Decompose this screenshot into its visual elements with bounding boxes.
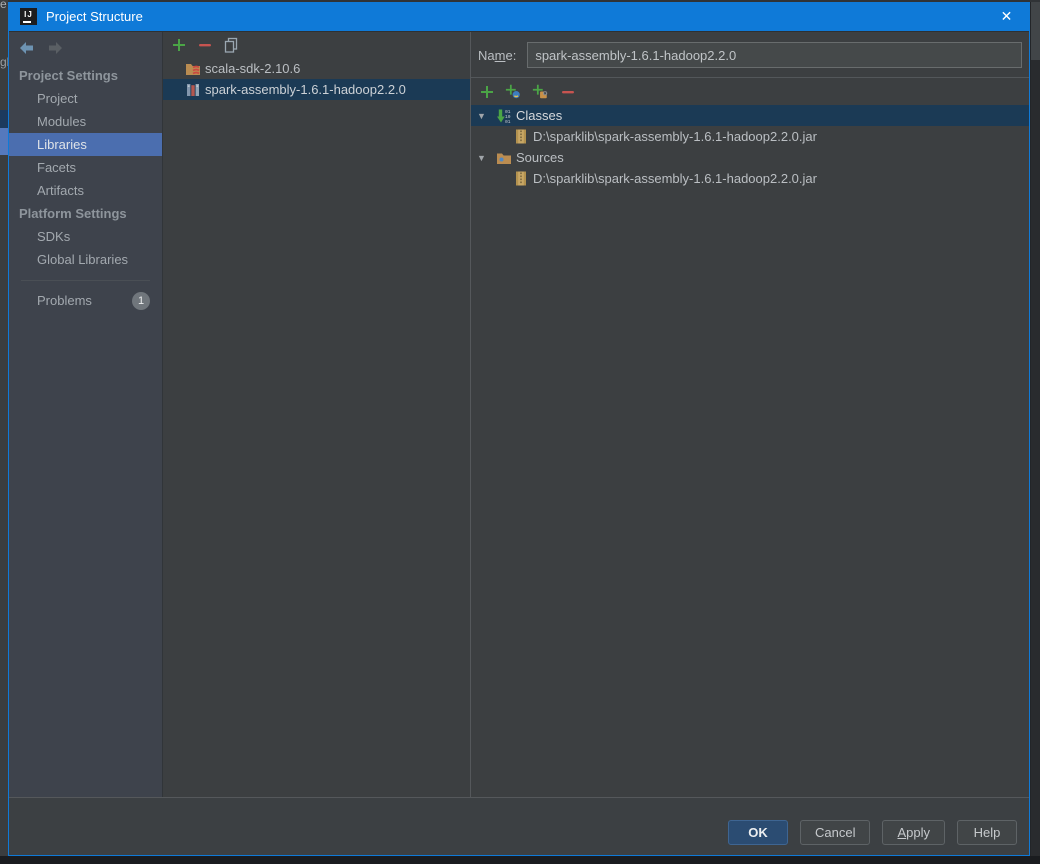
libraries-list-panel: scala-sdk-2.10.6 spark-assembly-1.6.1-ha… bbox=[163, 32, 471, 797]
background-window-left-sliver: e gh bbox=[0, 0, 8, 864]
background-selection-fragment bbox=[0, 110, 8, 128]
background-panel-fragment bbox=[1031, 2, 1040, 60]
problems-count-badge: 1 bbox=[132, 291, 150, 310]
background-bottom-sliver bbox=[0, 856, 1040, 864]
forward-button[interactable] bbox=[43, 37, 67, 59]
library-list-item-spark-assembly[interactable]: spark-assembly-1.6.1-hadoop2.2.0 bbox=[163, 79, 470, 100]
jar-file-icon bbox=[515, 171, 527, 186]
background-text-fragment: gh bbox=[0, 55, 8, 69]
settings-sidebar: Project Settings Project Modules Librari… bbox=[9, 32, 163, 797]
minus-icon bbox=[561, 90, 574, 93]
dialog-titlebar[interactable]: IJ Project Structure ✕ bbox=[9, 2, 1029, 31]
tree-node-label: Sources bbox=[516, 150, 564, 165]
sidebar-item-problems[interactable]: Problems 1 bbox=[9, 289, 162, 312]
collapse-arrow-icon[interactable]: ▼ bbox=[477, 153, 487, 163]
copy-icon bbox=[224, 37, 237, 53]
add-root-button[interactable] bbox=[478, 83, 495, 100]
svg-text:01: 01 bbox=[505, 119, 511, 124]
plus-icon bbox=[172, 39, 185, 51]
plus-document-icon bbox=[532, 84, 548, 99]
section-header-project-settings: Project Settings bbox=[19, 68, 118, 83]
sources-root-icon bbox=[496, 150, 512, 166]
sidebar-item-project[interactable]: Project bbox=[9, 87, 162, 110]
dialog-title: Project Structure bbox=[46, 9, 143, 24]
library-name: spark-assembly-1.6.1-hadoop2.2.0 bbox=[205, 82, 406, 97]
sidebar-separator bbox=[21, 280, 150, 281]
background-selection-fragment bbox=[0, 128, 8, 155]
library-name: scala-sdk-2.10.6 bbox=[205, 61, 301, 76]
sidebar-item-global-libraries[interactable]: Global Libraries bbox=[9, 248, 162, 271]
tree-node-classes-jar[interactable]: D:\sparklib\spark-assembly-1.6.1-hadoop2… bbox=[471, 126, 1029, 147]
library-detail-panel: Name: spark-assembly-1.6.1-hadoop2.2.0 ▼… bbox=[471, 32, 1029, 797]
sidebar-item-sdks[interactable]: SDKs bbox=[9, 225, 162, 248]
library-icon bbox=[185, 82, 201, 98]
tree-node-classes[interactable]: ▼ 01 10 01 Classes bbox=[471, 105, 1029, 126]
dialog-button-bar: OK Cancel Apply Help bbox=[9, 797, 1029, 855]
plus-icon bbox=[480, 85, 493, 98]
remove-library-button[interactable] bbox=[196, 37, 213, 54]
library-roots-tree: ▼ 01 10 01 Classes D:\sparklib\spark-ass… bbox=[471, 105, 1029, 797]
sidebar-item-modules[interactable]: Modules bbox=[9, 110, 162, 133]
tree-node-sources[interactable]: ▼ Sources bbox=[471, 147, 1029, 168]
jar-path: D:\sparklib\spark-assembly-1.6.1-hadoop2… bbox=[533, 129, 817, 144]
tree-node-label: Classes bbox=[516, 108, 563, 123]
add-attachment-button[interactable] bbox=[532, 83, 549, 100]
back-button[interactable] bbox=[15, 37, 39, 59]
jar-file-icon bbox=[515, 129, 527, 144]
scala-sdk-icon bbox=[185, 61, 201, 77]
add-jar-directory-button[interactable] bbox=[505, 83, 522, 100]
history-nav bbox=[9, 32, 162, 64]
remove-root-button[interactable] bbox=[559, 83, 576, 100]
library-name-input[interactable] bbox=[527, 42, 1022, 68]
forward-arrow-icon bbox=[49, 42, 62, 54]
background-text-fragment: e bbox=[0, 0, 7, 11]
intellij-logo-icon: IJ bbox=[20, 8, 37, 25]
cancel-button[interactable]: Cancel bbox=[800, 820, 871, 845]
sidebar-item-artifacts[interactable]: Artifacts bbox=[9, 179, 162, 202]
close-button[interactable]: ✕ bbox=[984, 2, 1029, 31]
close-icon: ✕ bbox=[1000, 8, 1013, 24]
tree-node-sources-jar[interactable]: D:\sparklib\spark-assembly-1.6.1-hadoop2… bbox=[471, 168, 1029, 189]
name-field-label: Name: bbox=[478, 47, 517, 63]
help-button[interactable]: Help bbox=[957, 820, 1017, 845]
back-arrow-icon bbox=[20, 42, 33, 54]
background-window-right-sliver bbox=[1031, 0, 1040, 864]
plus-jar-icon bbox=[505, 84, 520, 99]
project-structure-dialog: IJ Project Structure ✕ Project Settings … bbox=[8, 2, 1030, 856]
copy-library-button[interactable] bbox=[222, 37, 239, 54]
libraries-toolbar bbox=[163, 32, 470, 58]
ok-button[interactable]: OK bbox=[728, 820, 788, 845]
detail-toolbar bbox=[471, 77, 1029, 105]
apply-button[interactable]: Apply bbox=[882, 820, 945, 845]
collapse-arrow-icon[interactable]: ▼ bbox=[477, 111, 487, 121]
library-list-item-scala-sdk[interactable]: scala-sdk-2.10.6 bbox=[163, 58, 470, 79]
minus-icon bbox=[198, 44, 211, 47]
section-header-platform-settings: Platform Settings bbox=[19, 206, 127, 221]
add-library-button[interactable] bbox=[170, 37, 187, 54]
classes-root-icon: 01 10 01 bbox=[496, 108, 512, 124]
problems-label: Problems bbox=[37, 293, 92, 308]
sidebar-item-libraries[interactable]: Libraries bbox=[9, 133, 162, 156]
jar-path: D:\sparklib\spark-assembly-1.6.1-hadoop2… bbox=[533, 171, 817, 186]
sidebar-item-facets[interactable]: Facets bbox=[9, 156, 162, 179]
